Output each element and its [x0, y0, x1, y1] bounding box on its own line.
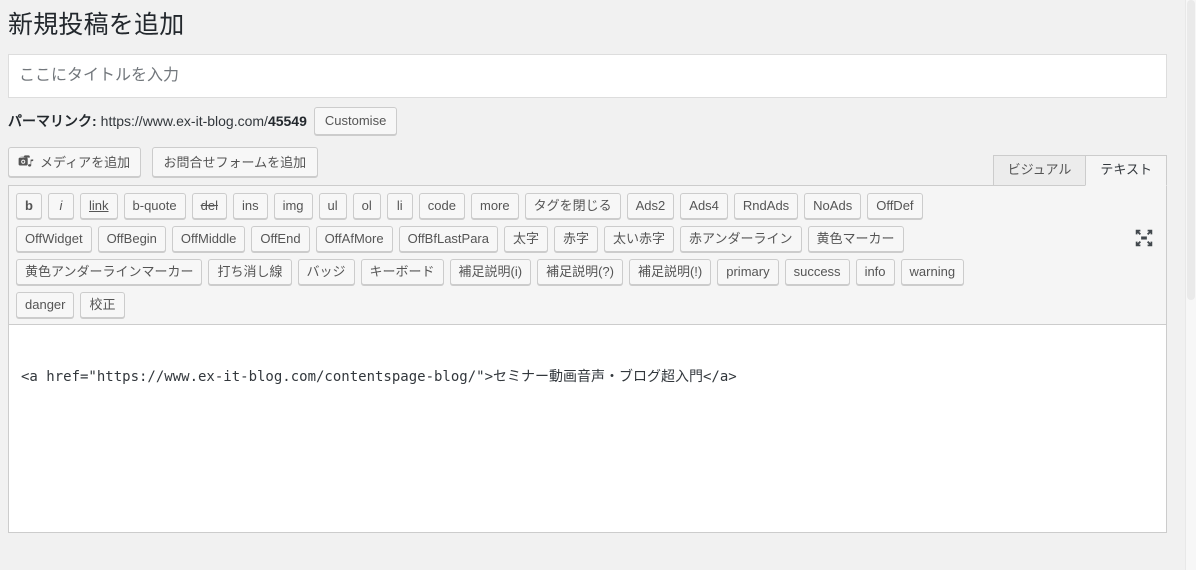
quicktag-button[interactable]: 赤アンダーライン: [680, 225, 802, 252]
quicktag-button[interactable]: img: [273, 192, 313, 219]
customise-permalink-button[interactable]: Customise: [313, 106, 398, 135]
quicktag-button[interactable]: バッジ: [297, 258, 355, 285]
quicktag-button[interactable]: 太い赤字: [604, 225, 675, 252]
quicktag-button[interactable]: info: [855, 258, 895, 285]
editor-wrap: メディアを追加 お問合せフォームを追加 ビジュアル テキスト b i link b-q…: [8, 146, 1167, 533]
quicktag-button[interactable]: li: [386, 192, 413, 219]
quicktag-button[interactable]: more: [471, 192, 519, 219]
quicktag-button[interactable]: OffBfLastPara: [398, 225, 498, 252]
quicktag-button[interactable]: 黄色マーカー: [807, 225, 904, 252]
quicktag-button[interactable]: 補足説明(i): [449, 258, 532, 285]
quicktag-button[interactable]: danger: [16, 291, 75, 318]
quicktag-button[interactable]: タグを閉じる: [524, 192, 621, 219]
permalink-url[interactable]: https://www.ex-it-blog.com/: [101, 113, 268, 129]
quicktag-button[interactable]: 補足説明(!): [628, 258, 712, 285]
quicktag-button[interactable]: OffAfMore: [315, 225, 393, 252]
quicktags-rows: b i link b-quote del ins img ul ol li code more タグを閉…: [16, 192, 1159, 318]
quicktag-button[interactable]: 打ち消し線: [208, 258, 292, 285]
quicktag-button[interactable]: ol: [352, 192, 381, 219]
page-scrollbar[interactable]: [1185, 0, 1196, 570]
quicktag-button[interactable]: Ads4: [680, 192, 728, 219]
quicktag-button[interactable]: キーボード: [360, 258, 444, 285]
quicktag-button[interactable]: 太字: [504, 225, 549, 252]
quicktag-button[interactable]: primary: [717, 258, 779, 285]
quicktag-button[interactable]: Ads2: [626, 192, 675, 219]
post-title-input[interactable]: [8, 53, 1167, 98]
quicktag-button[interactable]: OffEnd: [251, 225, 310, 252]
post-title-wrap: [8, 53, 1167, 98]
permalink-slug[interactable]: 45549: [268, 113, 307, 129]
quicktag-button[interactable]: success: [784, 258, 850, 285]
permalink-label: パーマリンク:: [8, 112, 97, 129]
quicktag-button[interactable]: OffBegin: [97, 225, 166, 252]
post-content-editor[interactable]: [8, 324, 1167, 533]
quicktags-row: OffWidget OffBegin OffMiddle OffEnd OffAfMor…: [16, 225, 1119, 252]
editor-mode-tabs: ビジュアル テキスト: [992, 154, 1167, 186]
quicktag-button[interactable]: warning: [900, 258, 965, 285]
wp-post-editor-page: 新規投稿を追加 パーマリンク: https://www.ex-it-blog.c…: [0, 0, 1196, 570]
page-title: 新規投稿を追加: [8, 11, 185, 39]
quicktag-button[interactable]: ul: [318, 192, 347, 219]
quicktag-button[interactable]: link: [80, 192, 118, 219]
permalink-row: パーマリンク: https://www.ex-it-blog.com/45549…: [0, 98, 1196, 135]
quicktag-button[interactable]: code: [418, 192, 465, 219]
quicktag-button[interactable]: RndAds: [733, 192, 799, 219]
quicktag-button[interactable]: OffDef: [867, 192, 923, 219]
page-scrollbar-thumb[interactable]: [1187, 0, 1195, 300]
quicktag-button[interactable]: OffMiddle: [171, 225, 246, 252]
add-media-button[interactable]: メディアを追加: [8, 146, 142, 177]
quicktags-row: b i link b-quote del ins img ul ol li code more タグを閉…: [16, 192, 1119, 219]
quicktags-toolbar: b i link b-quote del ins img ul ol li code more タグを閉…: [8, 184, 1167, 325]
quicktag-button[interactable]: del: [191, 192, 227, 219]
quicktag-button[interactable]: 赤字: [554, 225, 599, 252]
quicktags-row: danger 校正: [16, 291, 1119, 318]
media-icon: [17, 153, 35, 171]
add-contact-form-button[interactable]: お問合せフォームを追加: [151, 146, 319, 177]
media-buttons-bar: メディアを追加 お問合せフォームを追加 ビジュアル テキスト: [8, 146, 1167, 186]
quicktag-button[interactable]: OffWidget: [16, 225, 92, 252]
quicktags-row: 黄色アンダーラインマーカー 打ち消し線 バッジ キーボード 補足説明(i) 補足説明(?)…: [16, 258, 1119, 285]
quicktag-button[interactable]: NoAds: [804, 192, 862, 219]
quicktag-button[interactable]: 黄色アンダーラインマーカー: [16, 258, 203, 285]
fullscreen-expand-icon[interactable]: [1131, 225, 1157, 251]
quicktag-button[interactable]: ins: [232, 192, 268, 219]
quicktag-button[interactable]: b-quote: [123, 192, 186, 219]
tab-visual[interactable]: ビジュアル: [992, 154, 1087, 186]
add-media-label: メディアを追加: [40, 155, 131, 170]
quicktag-button[interactable]: i: [48, 192, 74, 219]
quicktag-button[interactable]: 補足説明(?): [537, 258, 623, 285]
quicktag-button[interactable]: b: [16, 192, 42, 219]
quicktag-button[interactable]: 校正: [80, 291, 125, 318]
tab-text[interactable]: テキスト: [1085, 154, 1167, 186]
